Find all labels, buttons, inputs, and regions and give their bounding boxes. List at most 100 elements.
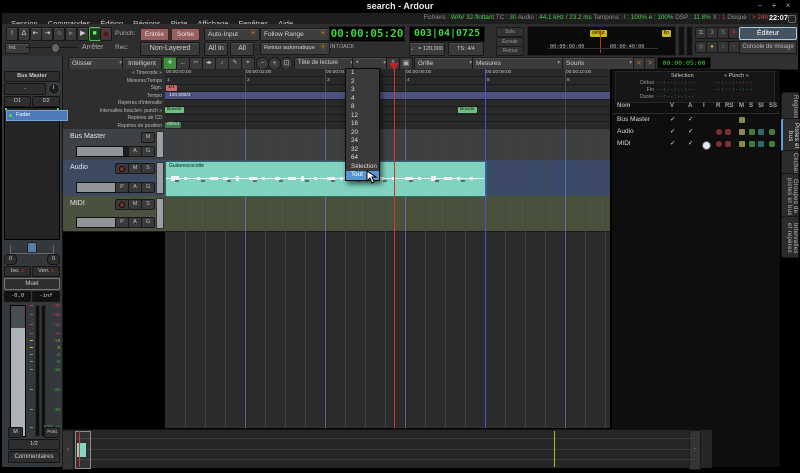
route-r-icon[interactable] (716, 129, 722, 135)
route-s-icon[interactable] (749, 141, 755, 147)
loop-button[interactable]: ○ (53, 27, 65, 41)
follow-range-select[interactable]: Follow Range⦿ (260, 28, 330, 41)
visible-check[interactable]: ✓ (670, 139, 675, 147)
loop-start-marker[interactable]: Boucle (165, 107, 184, 113)
visible-check[interactable]: ✓ (670, 115, 675, 123)
ruler-label[interactable]: Intervalles boucle/« punch » (62, 108, 162, 114)
strip-input-button[interactable]: - (4, 83, 46, 95)
tab-pistes-et-bus[interactable]: Pistes et bus (781, 118, 800, 152)
track-g-button[interactable]: G (141, 146, 155, 157)
summary-overview[interactable]: ‹ › (62, 429, 712, 468)
route-s-icon[interactable] (749, 129, 755, 135)
pan-left-button[interactable]: 0 (4, 254, 17, 265)
tab-clich-s[interactable]: Clichés (781, 150, 799, 175)
mono-button[interactable]: M (8, 427, 23, 438)
mixer-window-button[interactable]: Console de mixage (739, 41, 797, 54)
bbt-clock[interactable]: 003|04|0725 (409, 26, 485, 42)
track-height-scrollbar[interactable] (156, 198, 164, 229)
punch-in-button[interactable]: Entrée (140, 28, 169, 41)
column-header-nom[interactable]: Nom (617, 103, 630, 109)
pan-right-button[interactable]: 0 (47, 254, 60, 265)
play-range-button[interactable]: ▹ (65, 27, 77, 41)
playhead-marker[interactable] (389, 63, 399, 70)
track-height-scrollbar[interactable] (156, 162, 164, 194)
tab-r-gions[interactable]: Régions (781, 92, 799, 120)
column-header-rs[interactable]: RS (725, 103, 733, 109)
track-header-audio[interactable]: AudioMSPAG (62, 160, 165, 197)
column-header-v[interactable]: V (670, 103, 674, 109)
route-ss-icon[interactable] (769, 129, 775, 135)
end-marker[interactable]: fin (662, 30, 671, 37)
selection-clock[interactable]: --:--:--:-- (656, 87, 695, 93)
column-header-ss[interactable]: SS (769, 103, 777, 109)
solo-iso-button[interactable]: Iso. (4, 266, 31, 277)
dropdown-item-3[interactable]: 3 (346, 86, 379, 95)
strip-button-b[interactable]: D2 (32, 96, 60, 107)
route-m-icon[interactable] (739, 117, 745, 123)
mute-button[interactable]: Muet (4, 278, 60, 290)
table-row[interactable]: MIDI✓✓ (612, 139, 780, 151)
shuttle-handle[interactable] (51, 43, 60, 53)
summary-scroll-left-icon[interactable]: ‹ (62, 430, 74, 470)
metronome-button[interactable]: Δ (18, 27, 30, 41)
dropdown-item-24[interactable]: 24 (346, 137, 379, 146)
column-header-a[interactable]: A (688, 103, 692, 109)
nudge-clock[interactable]: 00:00:05:00 (657, 57, 711, 69)
dropdown-item-1[interactable]: 1 (346, 69, 379, 78)
ruler-label[interactable]: Repères de position (62, 123, 162, 129)
track-name[interactable]: MIDI (70, 200, 85, 207)
punch-out-button[interactable]: Sortie (171, 28, 200, 41)
selection-clock[interactable]: --:--:--:-- (656, 80, 695, 86)
track-height-scrollbar[interactable] (156, 131, 164, 158)
tempo-marker[interactable]: 120,000/4 (167, 93, 192, 99)
all-in-button[interactable]: All In (204, 42, 228, 56)
dropdown-item-12[interactable]: 12 (346, 112, 379, 121)
punch-clock[interactable]: --:--:--:-- (714, 80, 753, 86)
meter-point-button[interactable]: Post (44, 427, 60, 438)
track-g-button[interactable]: G (141, 217, 155, 228)
auto-return-select[interactable]: Retour automatique⦿ (260, 42, 330, 55)
punch-clock[interactable]: --:--:--:-- (714, 87, 753, 93)
track-row-midi[interactable] (165, 196, 610, 232)
column-header-r[interactable]: R (716, 103, 720, 109)
mini-timeline[interactable]: début fin 00:00:00:00 00:00:40:00 (527, 26, 676, 56)
minimize-button[interactable]: – (754, 1, 766, 11)
session-start-marker[interactable]: début (165, 122, 181, 128)
peak-display[interactable]: -inf (32, 291, 60, 302)
indicator-solo[interactable]: Solo (496, 27, 524, 37)
track-name[interactable]: Bus Master (70, 133, 105, 140)
layered-mode-button[interactable]: Non-Layered (140, 42, 200, 56)
processor-box[interactable]: Fader (4, 107, 60, 240)
column-header-si[interactable]: SI (758, 103, 764, 109)
pan-handle[interactable] (27, 242, 37, 253)
fader-processor[interactable]: Fader (6, 110, 68, 121)
tempo-button[interactable]: ♩ = 120,000 (409, 42, 445, 56)
ruler-label[interactable]: Tempo (62, 93, 162, 99)
dropdown-item-8[interactable]: 8 (346, 103, 379, 112)
dropdown-item-20[interactable]: 20 (346, 129, 379, 138)
selection-clock[interactable]: --:--:--:-- (656, 94, 695, 100)
mute-button[interactable]: M (128, 199, 142, 210)
gain-fader[interactable] (10, 305, 26, 437)
all-disk-button[interactable]: All Disk (230, 42, 254, 56)
route-si-icon[interactable] (758, 129, 764, 135)
indicator-retour[interactable]: Retour (496, 46, 524, 56)
route-si-icon[interactable] (758, 141, 764, 147)
main-clock[interactable]: 00:00:05:20 (329, 26, 405, 42)
track-name[interactable]: Audio (70, 164, 88, 171)
maximize-button[interactable]: + (768, 1, 780, 11)
ruler-label[interactable]: « Timecode » (62, 70, 162, 76)
solo-lock-button[interactable]: Verr. (32, 266, 60, 277)
active-check[interactable]: ✓ (688, 115, 693, 123)
sync-source[interactable]: INT/JACK (330, 44, 354, 50)
mute-button[interactable]: M (128, 163, 142, 174)
column-header-i[interactable]: I (703, 103, 705, 109)
track-header-bus[interactable]: Bus MasterMAG (62, 129, 165, 161)
table-row[interactable]: Bus Master✓✓ (612, 115, 780, 127)
editor-canvas[interactable]: Guitarescocotte (165, 129, 610, 428)
column-header-m[interactable]: M (739, 103, 744, 109)
record-button[interactable] (100, 27, 112, 41)
time-signature-marker[interactable]: 4/4 (166, 85, 177, 91)
dropdown-item-2[interactable]: 2 (346, 78, 379, 87)
dropdown-item-4[interactable]: 4 (346, 95, 379, 104)
